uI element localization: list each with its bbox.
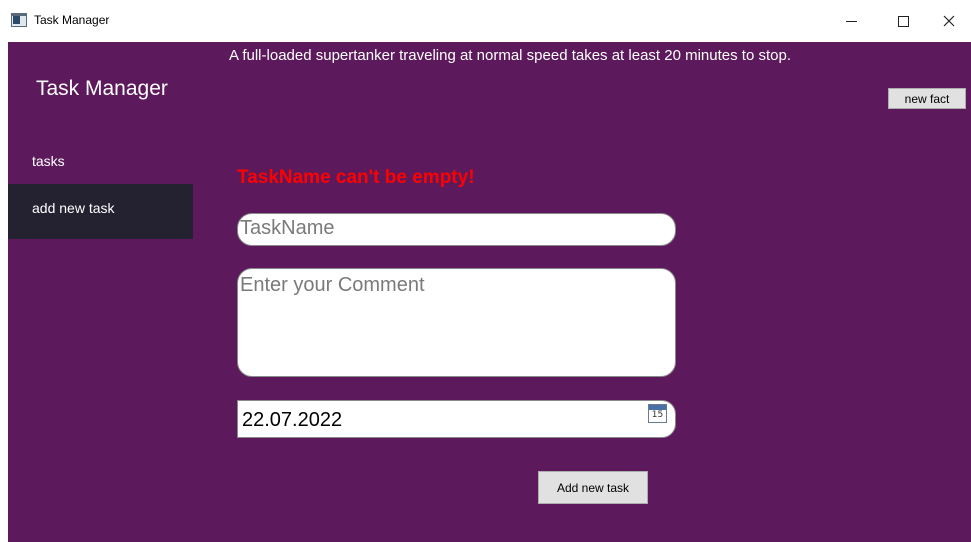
window-title: Task Manager (34, 13, 110, 27)
comment-input[interactable]: Enter your Comment (237, 268, 676, 377)
sidebar: Task Manager tasks add new task (8, 42, 193, 542)
calendar-icon-number: 15 (651, 410, 664, 420)
validation-error: TaskName can't be empty! (237, 167, 475, 188)
add-new-task-button[interactable]: Add new task (538, 471, 648, 504)
fact-text: A full-loaded supertanker traveling at n… (229, 47, 791, 64)
close-icon (943, 15, 955, 27)
taskname-input[interactable]: TaskName (237, 213, 676, 246)
maximize-button[interactable] (880, 0, 926, 42)
sidebar-item-label: tasks (32, 153, 65, 169)
sidebar-item-label: add new task (32, 200, 115, 216)
date-picker[interactable]: 22.07.2022 15 (237, 400, 676, 438)
sidebar-item-add-new-task[interactable]: add new task (8, 184, 193, 239)
app-brand: Task Manager (36, 77, 168, 100)
calendar-icon[interactable]: 15 (648, 404, 667, 423)
maximize-icon (897, 15, 909, 27)
date-value: 22.07.2022 (242, 409, 343, 431)
minimize-button[interactable] (828, 0, 874, 42)
main-window: Task Manager tasks add new task A full-l… (8, 42, 971, 542)
title-bar: Task Manager (0, 0, 971, 42)
app-icon (11, 13, 27, 27)
new-fact-button[interactable]: new fact (888, 88, 966, 109)
minimize-icon (845, 20, 857, 22)
close-button[interactable] (926, 0, 971, 42)
